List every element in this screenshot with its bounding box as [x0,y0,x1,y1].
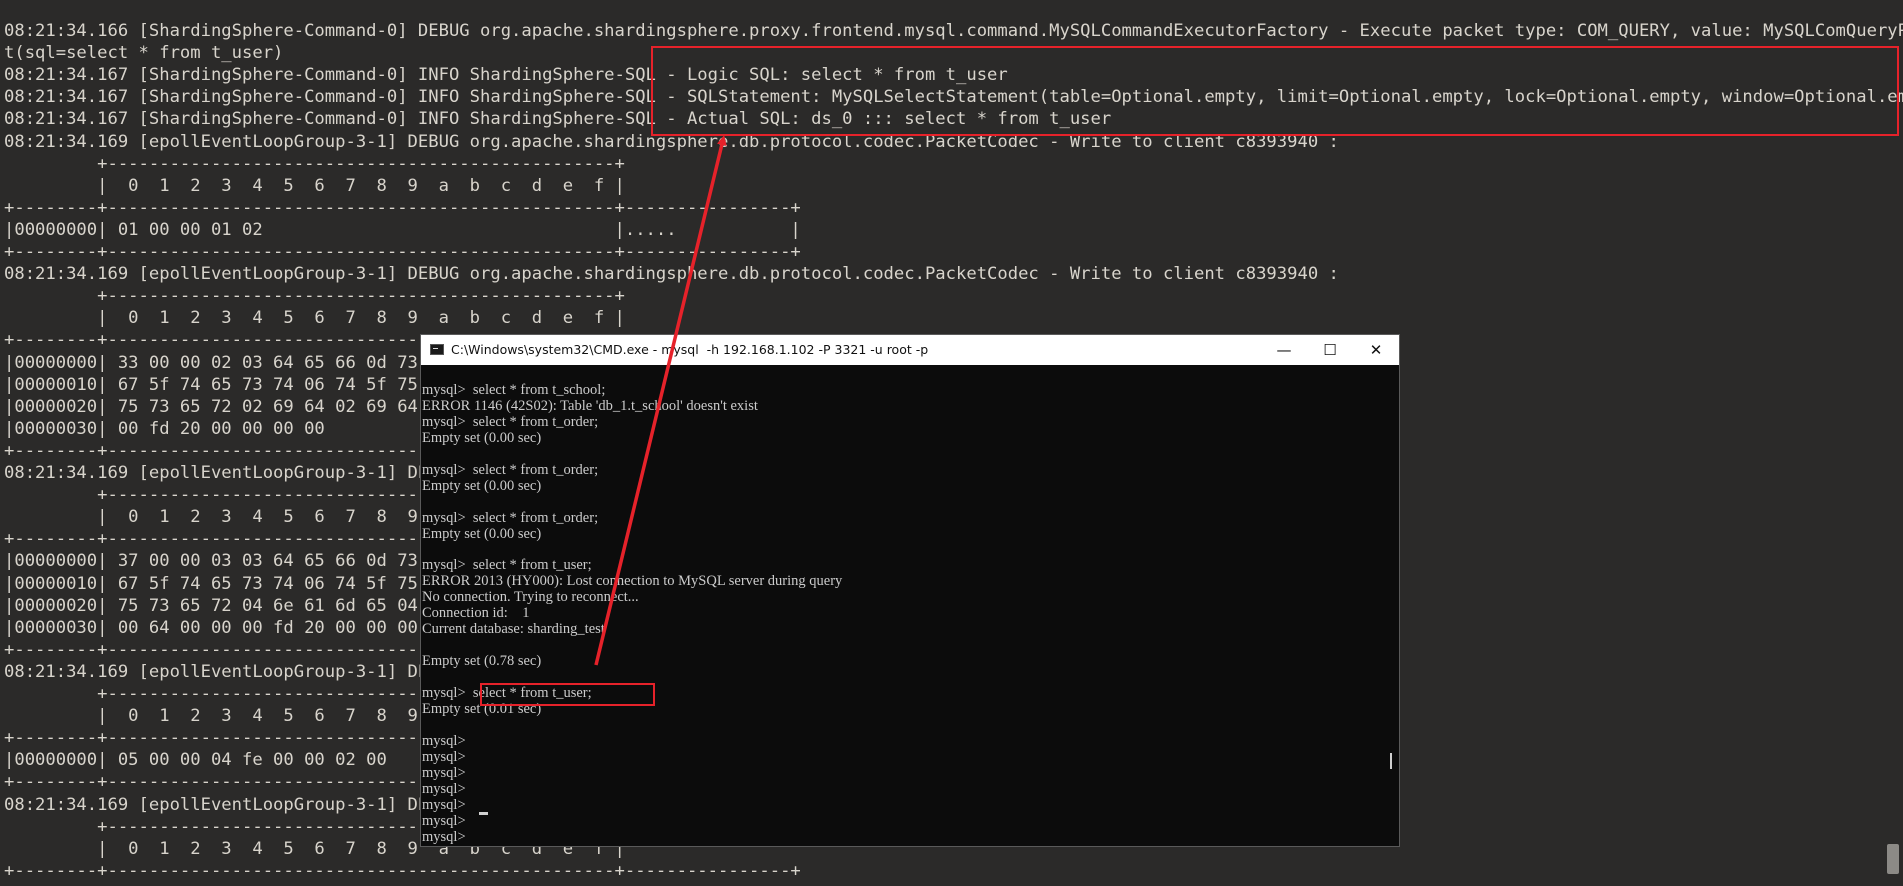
cmd-line: mysql> select * from t_user; [422,557,592,574]
log-line: +--------+------------------------------… [4,197,801,218]
cmd-line: ERROR 2013 (HY000): Lost connection to M… [422,573,843,590]
log-line: | 0 1 2 3 4 5 6 7 8 9 [4,507,418,528]
log-line: |00000020| 75 73 65 72 04 6e 61 6d 65 04… [4,595,439,616]
log-line: | 0 1 2 3 4 5 6 7 8 9 [4,706,418,727]
cmd-line: mysql> [422,764,466,781]
sql-log-highlight-box [651,46,1899,136]
cmd-scrollbar[interactable] [1381,365,1399,846]
log-line: |00000010| 67 5f 74 65 73 74 06 74 5f 75… [4,374,439,395]
log-line: 08:21:34.166 [ShardingSphere-Command-0] … [4,21,1903,41]
cmd-line: Empty set (0.00 sec) [422,429,542,446]
log-line: |00000030| 00 fd 20 00 00 00 00 [4,418,325,439]
log-line: +--------+------------------------------… [4,242,801,262]
log-line: 08:21:34.169 [epollEventLoopGroup-3-1] D… [4,264,1339,285]
log-line: |00000000| 01 00 00 01 02 |..... | [4,219,801,240]
cmd-line: mysql> [422,828,466,845]
cmd-line: Empty set (0.78 sec) [422,653,542,670]
cmd-line: mysql> [422,812,466,829]
log-line: | 0 1 2 3 4 5 6 7 8 9 a b c d e f | [4,308,625,329]
log-line: |00000010| 67 5f 74 65 73 74 06 74 5f 75… [4,573,439,594]
text-cursor [479,812,488,815]
cmd-scrollbar-thumb[interactable] [1390,753,1392,769]
cmd-line: mysql> [422,748,466,765]
cmd-line: mysql> [422,796,466,813]
cmd-line: mysql> [422,780,466,797]
cmd-line: No connection. Trying to reconnect... [422,589,639,606]
log-line: 08:21:34.169 [epollEventLoopGroup-3-1] D… [4,661,439,682]
log-line: |00000000| 33 00 00 02 03 64 65 66 0d 73… [4,352,439,373]
cmd-line: mysql> select * from t_order; [422,461,599,478]
cmd-line: Empty set (0.00 sec) [422,525,542,542]
cmd-line: mysql> select * from t_order; [422,509,599,526]
cmd-window[interactable]: C:\Windows\system32\CMD.exe - mysql -h 1… [421,335,1399,846]
cmd-line: ERROR 1146 (42S02): Table 'db_1.t_school… [422,397,758,414]
log-scrollbar[interactable] [1887,844,1899,874]
cmd-line: Connection id: 1 [422,605,530,622]
close-button[interactable]: ✕ [1353,335,1399,365]
maximize-button[interactable]: ☐ [1307,335,1353,365]
cmd-output[interactable]: mysql> select * from t_school; ERROR 1146… [421,365,1381,846]
log-line: t(sql=select * from t_user) [4,43,284,64]
cmd-line: mysql> [422,732,466,749]
log-line: |00000030| 00 64 00 00 00 fd 20 00 00 00… [4,617,439,638]
log-line: |00000000| 05 00 00 04 fe 00 00 02 00 [4,750,387,771]
log-line: |00000000| 37 00 00 03 03 64 65 66 0d 73… [4,551,439,572]
log-line: +---------------------------------------… [4,286,625,307]
cmd-line: mysql> select * from t_order; [422,413,599,430]
cmd-titlebar[interactable]: C:\Windows\system32\CMD.exe - mysql -h 1… [421,335,1399,365]
log-line: 08:21:34.169 [epollEventLoopGroup-3-1] D… [4,794,439,815]
cmd-line: Empty set (0.00 sec) [422,477,542,494]
log-line: |00000020| 75 73 65 72 02 69 64 02 69 64… [4,396,439,417]
log-line: +---------------------------------------… [4,153,625,174]
log-line: 08:21:34.169 [epollEventLoopGroup-3-1] D… [4,463,439,483]
log-line: | 0 1 2 3 4 5 6 7 8 9 a b c d e f | [4,175,625,196]
minimize-button[interactable]: — [1261,335,1307,365]
cmd-line: mysql> select * from t_school; [422,382,606,398]
log-line: +--------+------------------------------… [4,860,801,881]
cmd-app-icon [430,344,444,355]
query-highlight-box [480,683,655,706]
cmd-line: Current database: sharding_test [422,621,605,638]
cmd-title: C:\Windows\system32\CMD.exe - mysql -h 1… [451,342,929,357]
